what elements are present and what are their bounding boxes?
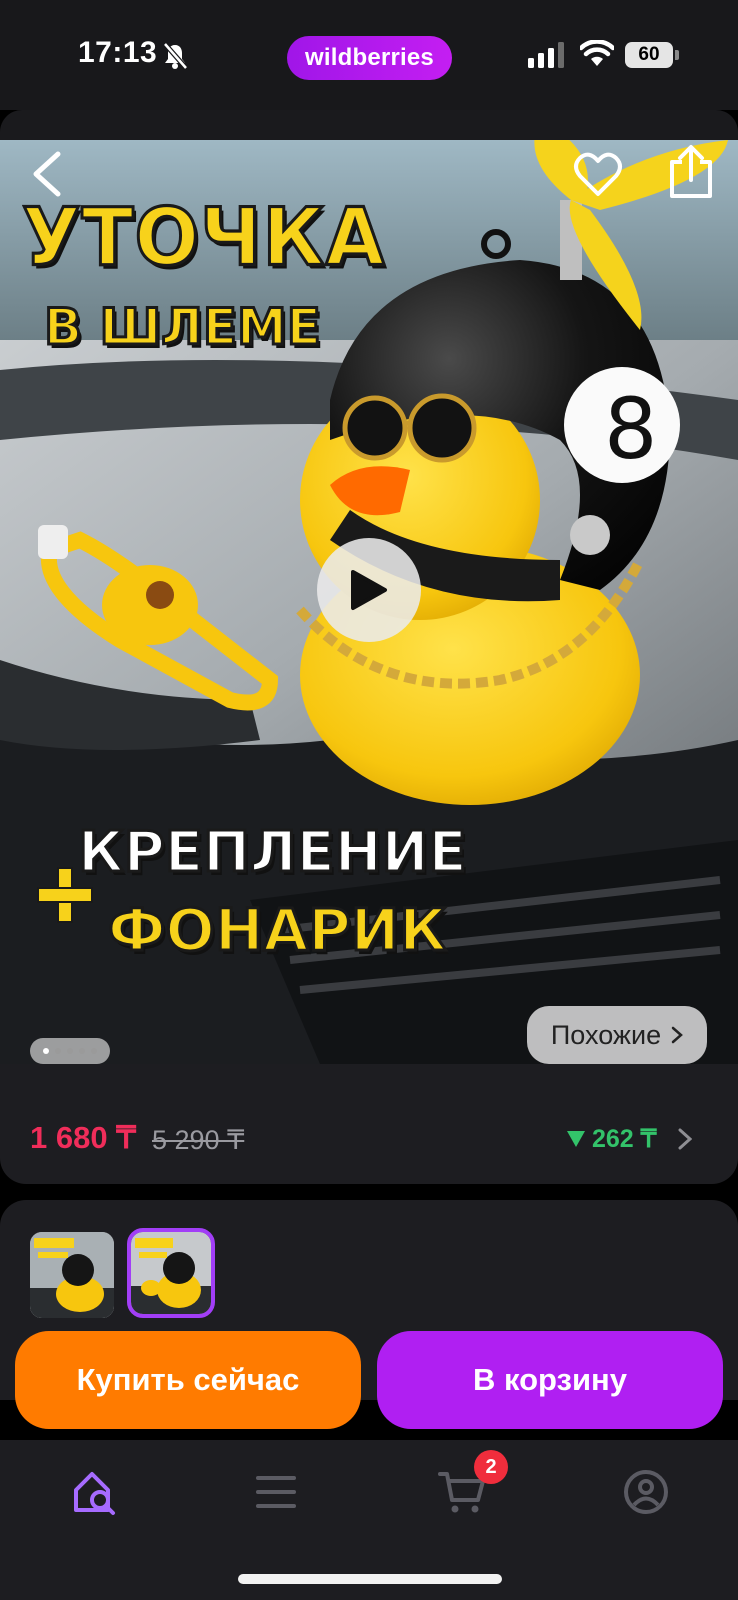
variant-thumbnail-image <box>131 1232 211 1314</box>
gallery-dot <box>55 1048 61 1054</box>
cashback-amount: 262 ₸ <box>592 1125 657 1153</box>
hero-title-line1: УТОЧКА <box>20 188 386 285</box>
profile-icon[interactable] <box>622 1468 670 1516</box>
home-search-icon[interactable] <box>70 1468 118 1516</box>
similar-label: Похожие <box>550 1019 662 1050</box>
triangle-down-icon <box>567 1131 585 1147</box>
product-image-gallery[interactable]: 8 УТОЧКА В ШЛЕМЕ КРЕПЛЕНИЕ ФОНАРИК Похож… <box>0 140 738 1064</box>
status-time: 17:13 <box>78 36 158 69</box>
add-to-cart-button[interactable]: В корзину <box>377 1331 723 1429</box>
battery-tip <box>675 50 679 60</box>
home-indicator <box>238 1574 502 1584</box>
gallery-dot <box>43 1048 49 1054</box>
current-price: 1 680 ₸ <box>30 1120 136 1155</box>
hero-feature-line2: ФОНАРИК <box>107 895 449 966</box>
buy-now-button[interactable]: Купить сейчас <box>15 1331 361 1429</box>
gallery-dot <box>67 1048 73 1054</box>
sheet-top-edge <box>0 110 738 140</box>
heart-favorite-icon[interactable] <box>572 148 624 200</box>
similar-products-button[interactable]: Похожие <box>527 1006 707 1064</box>
status-bar: 17:13 wildberries 60 <box>0 0 738 110</box>
svg-text:8: 8 <box>604 380 657 478</box>
variant-thumbnail[interactable] <box>30 1232 114 1318</box>
catalog-menu-icon[interactable] <box>252 1468 300 1516</box>
chevron-right-icon <box>671 1026 683 1044</box>
old-price: 5 290 ₸ <box>152 1125 245 1155</box>
variant-thumbnail-selected[interactable] <box>127 1228 215 1318</box>
hero-title-line2: В ШЛЕМЕ <box>43 297 323 358</box>
gallery-page-indicator <box>30 1038 110 1064</box>
gallery-dot <box>79 1048 85 1054</box>
hero-feature-line1: КРЕПЛЕНИЕ <box>77 819 469 887</box>
cart-count-badge: 2 <box>474 1450 508 1484</box>
battery-indicator: 60 <box>625 42 673 68</box>
back-arrow-icon[interactable] <box>28 150 68 198</box>
variant-thumbnail-image <box>30 1232 114 1318</box>
share-icon[interactable] <box>666 144 716 200</box>
brand-logo: wildberries <box>287 36 452 80</box>
chevron-right-icon[interactable] <box>678 1128 692 1150</box>
bell-muted-icon <box>163 42 188 70</box>
plus-icon <box>37 867 93 923</box>
wifi-icon <box>580 40 614 66</box>
cashback-link[interactable]: 262 ₸ <box>566 1124 657 1154</box>
gallery-dot <box>91 1048 97 1054</box>
cellular-signal-icon <box>528 42 564 68</box>
play-video-button[interactable] <box>317 538 421 642</box>
play-icon <box>351 570 387 610</box>
